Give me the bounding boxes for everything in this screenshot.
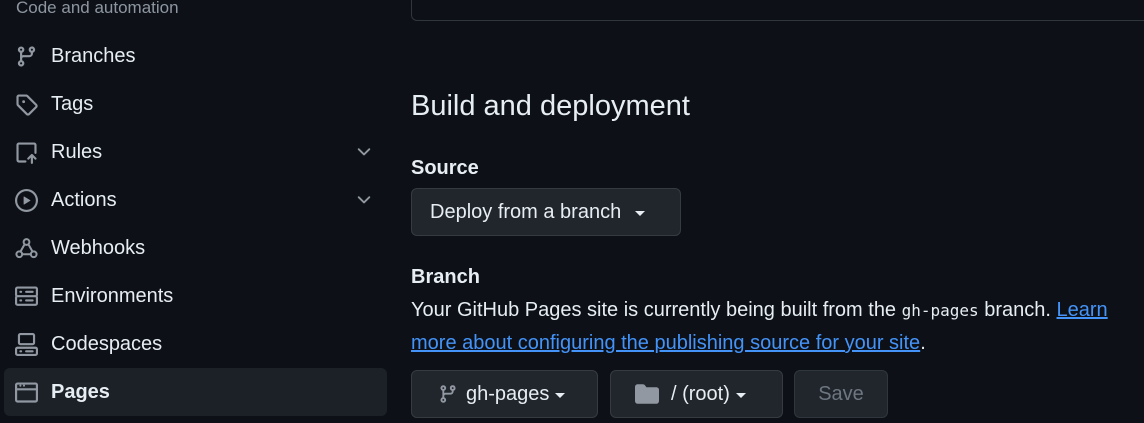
sidebar-item-pages[interactable]: Pages — [4, 368, 387, 416]
branch-label: Branch — [411, 266, 480, 288]
sidebar-section-heading: Code and automation — [16, 0, 179, 17]
play-icon — [15, 189, 38, 212]
caret-down-icon — [555, 392, 566, 398]
sidebar-item-tags[interactable]: Tags — [4, 80, 387, 128]
source-dropdown-value: Deploy from a branch — [430, 201, 622, 223]
folder-select-value: / (root) — [671, 383, 730, 405]
settings-sidebar: Code and automation Branches Tags Rules — [0, 0, 392, 423]
save-button-label: Save — [818, 383, 864, 405]
caret-down-icon — [635, 210, 646, 216]
caret-down-icon — [735, 392, 746, 398]
sidebar-item-label: Tags — [51, 93, 94, 115]
sidebar-item-codespaces[interactable]: Codespaces — [4, 320, 387, 368]
git-branch-icon — [438, 384, 458, 404]
branch-select-value: gh-pages — [466, 383, 550, 405]
source-dropdown[interactable]: Deploy from a branch — [411, 188, 681, 236]
branch-select-button[interactable]: gh-pages — [411, 370, 598, 418]
branch-description-text: Your GitHub Pages site is currently bein… — [411, 299, 902, 321]
branch-description-text-after: branch. — [978, 299, 1057, 321]
folder-select-button[interactable]: / (root) — [610, 370, 783, 418]
sidebar-item-environments[interactable]: Environments — [4, 272, 387, 320]
description-period: . — [920, 332, 926, 354]
webhook-icon — [15, 237, 38, 260]
sidebar-item-webhooks[interactable]: Webhooks — [4, 224, 387, 272]
browser-icon — [15, 381, 38, 404]
save-button[interactable]: Save — [794, 370, 888, 418]
settings-page: Code and automation Branches Tags Rules — [0, 0, 1144, 423]
sidebar-item-actions[interactable]: Actions — [4, 176, 387, 224]
sidebar-item-label: Rules — [51, 141, 103, 163]
git-branch-icon — [15, 45, 38, 68]
sidebar-item-label: Branches — [51, 45, 136, 67]
sidebar-item-branches[interactable]: Branches — [4, 32, 387, 80]
branch-code: gh-pages — [901, 301, 979, 320]
chevron-down-icon[interactable] — [354, 142, 374, 162]
sidebar-item-label: Codespaces — [51, 333, 163, 355]
folder-icon — [635, 384, 659, 404]
sidebar-item-label: Environments — [51, 285, 174, 307]
source-label: Source — [411, 157, 479, 179]
sidebar-item-label: Webhooks — [51, 237, 146, 259]
chevron-down-icon[interactable] — [354, 190, 374, 210]
codespaces-icon — [15, 333, 38, 356]
branch-description: Your GitHub Pages site is currently bein… — [411, 294, 1144, 359]
build-and-deployment-heading: Build and deployment — [411, 90, 690, 122]
sidebar-item-label: Actions — [51, 189, 117, 211]
previous-section-box — [411, 0, 1144, 21]
rules-icon — [15, 141, 38, 164]
tag-icon — [15, 93, 38, 116]
sidebar-item-label: Pages — [51, 381, 110, 403]
server-icon — [15, 285, 38, 308]
sidebar-item-rules[interactable]: Rules — [4, 128, 387, 176]
